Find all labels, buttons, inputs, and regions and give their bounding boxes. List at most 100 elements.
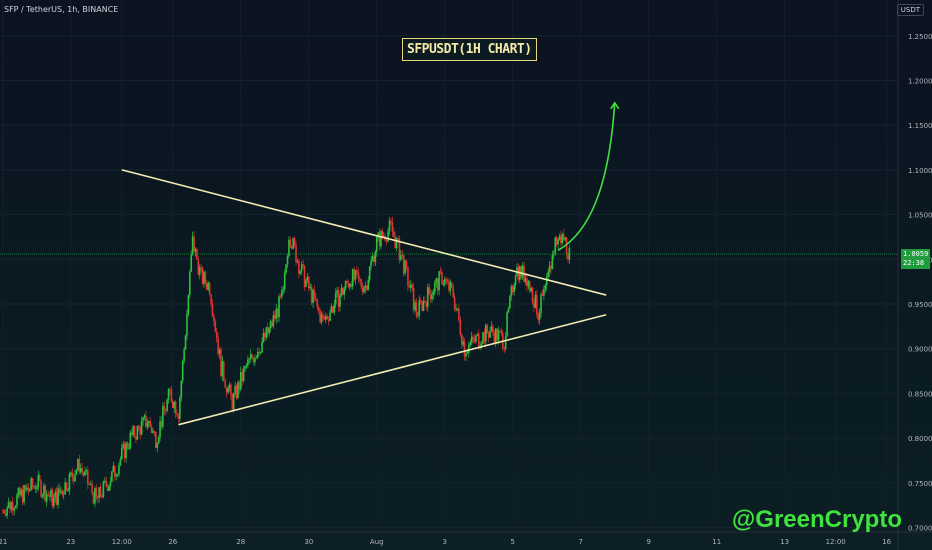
candle-body <box>194 248 197 252</box>
candle-body <box>186 313 188 336</box>
candle-body <box>451 282 453 288</box>
candle-body <box>497 330 500 341</box>
candle-body <box>268 328 270 334</box>
candle-body <box>248 358 251 360</box>
candle-body <box>238 382 241 390</box>
candle-body <box>445 279 447 281</box>
candle-body <box>418 300 421 316</box>
candle-body <box>469 342 472 346</box>
candle-body <box>26 487 28 490</box>
candle-body <box>504 336 507 349</box>
candle-body <box>560 235 562 244</box>
candle-body <box>526 278 528 287</box>
candle-body <box>343 288 345 295</box>
candle-body <box>490 326 493 332</box>
candle-body <box>130 432 133 435</box>
candle-body <box>428 287 430 294</box>
candle-body <box>402 255 405 274</box>
candle-body <box>409 284 412 288</box>
candle-body <box>327 319 330 321</box>
candle-body <box>391 221 394 232</box>
candle-body <box>241 372 244 381</box>
candle-body <box>541 294 544 296</box>
candle-body <box>136 425 139 440</box>
candles <box>2 216 571 519</box>
currency-label[interactable]: USDT <box>896 4 924 16</box>
candle-body <box>201 268 204 285</box>
candle-body <box>264 333 266 338</box>
candle-body <box>121 448 123 460</box>
candle-body <box>290 246 293 249</box>
upper-trendline <box>121 169 607 296</box>
price-countdown: 22:38 <box>903 259 925 267</box>
y-tick-label: 0.7500 <box>908 480 932 488</box>
y-tick-label: 1.1500 <box>908 122 932 130</box>
x-tick-label: 16 <box>882 538 891 546</box>
candle-body <box>224 380 227 388</box>
candle-body <box>276 308 279 318</box>
candle-body <box>506 312 508 337</box>
candle-body <box>317 306 320 311</box>
candle-body <box>293 237 296 246</box>
candle-body <box>315 298 317 301</box>
candle-body <box>332 306 334 313</box>
x-tick-label: 26 <box>168 538 177 546</box>
candle-body <box>436 278 439 291</box>
candle-body <box>344 280 347 289</box>
candle-body <box>105 480 108 487</box>
candle-body <box>366 285 368 291</box>
candle-body <box>13 508 15 511</box>
candle-body <box>60 491 62 493</box>
candle-body <box>215 331 218 339</box>
candle-body <box>153 430 156 432</box>
candle-body <box>333 304 336 313</box>
candle-body <box>172 401 174 409</box>
axes: 1.25001.20001.15001.10001.05001.00000.95… <box>0 0 932 550</box>
x-tick-label: Aug <box>370 538 384 546</box>
x-tick-label: 13 <box>780 538 789 546</box>
candle-body <box>349 284 351 287</box>
candle-body <box>275 308 277 319</box>
price-chart[interactable]: 1.25001.20001.15001.10001.05001.00000.95… <box>0 0 932 550</box>
candle-body <box>6 508 8 516</box>
candle-body <box>483 332 486 342</box>
candle-body <box>99 487 102 497</box>
candle-body <box>150 426 153 433</box>
x-tick-label: 11 <box>712 538 721 546</box>
candle-body <box>31 478 34 487</box>
candle-body <box>381 231 384 237</box>
x-tick-label: 30 <box>304 538 313 546</box>
candle-body <box>102 481 105 498</box>
candle-body <box>309 286 311 289</box>
candle-body <box>448 280 450 291</box>
candle-body <box>555 237 558 245</box>
candle-body <box>87 470 89 484</box>
candle-body <box>146 423 149 427</box>
candle-body <box>218 349 221 354</box>
candle-body <box>329 312 331 321</box>
candle-body <box>266 327 269 334</box>
candle-body <box>36 487 38 490</box>
candle-body <box>438 271 440 291</box>
candle-body <box>203 272 205 285</box>
candle-body <box>45 494 48 502</box>
candle-body <box>463 341 466 357</box>
candle-body <box>184 335 187 350</box>
candle-body <box>373 255 375 262</box>
candle-body <box>455 308 457 310</box>
candle-body <box>88 483 91 485</box>
candle-body <box>286 256 289 265</box>
candle-body <box>28 490 31 492</box>
candle-body <box>533 302 535 308</box>
candle-body <box>61 491 64 495</box>
candle-body <box>48 495 51 497</box>
candle-body <box>181 360 184 381</box>
y-tick-label: 1.2500 <box>908 33 932 41</box>
candle-body <box>227 387 229 393</box>
candle-body <box>421 301 423 311</box>
candle-body <box>374 251 377 262</box>
candle-body <box>557 240 559 245</box>
candle-body <box>70 472 72 475</box>
candle-body <box>473 339 476 342</box>
candle-body <box>323 318 326 320</box>
